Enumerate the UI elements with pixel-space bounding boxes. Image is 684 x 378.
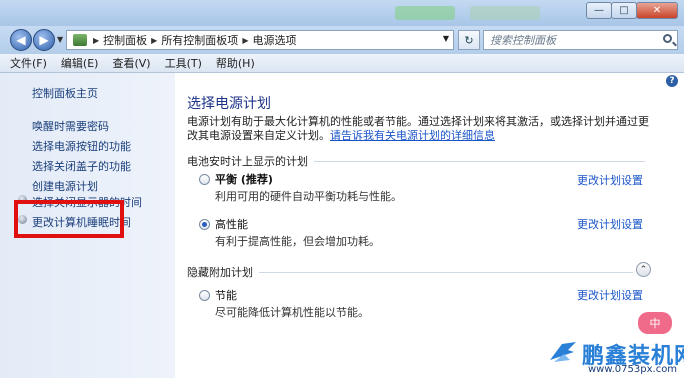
chevron-right-icon[interactable]: ▶ — [242, 36, 248, 45]
sidebar-item-wake-password[interactable]: 唤醒时需要密码 — [32, 118, 109, 134]
control-panel-icon — [73, 34, 87, 46]
power-plan-info-link[interactable]: 请告诉我有关电源计划的详细信息 — [330, 129, 495, 142]
plan-desc-power-saver: 尽可能降低计算机性能以节能。 — [215, 306, 369, 319]
menu-edit[interactable]: 编辑(E) — [61, 55, 99, 71]
plan-name-power-saver[interactable]: 节能 — [215, 287, 237, 303]
back-button[interactable]: ◀ — [10, 29, 32, 51]
change-plan-settings-high-performance[interactable]: 更改计划设置 — [577, 216, 643, 232]
breadcrumb-power-options[interactable]: 电源选项 — [252, 32, 296, 48]
section-title: 隐藏附加计划 — [187, 266, 253, 279]
maximize-button[interactable]: □ — [611, 2, 637, 19]
address-bar[interactable]: ▶ 控制面板 ▶ 所有控制面板项 ▶ 电源选项 ▼ — [66, 30, 454, 50]
section-hidden-plans[interactable]: 隐藏附加计划 — [187, 264, 633, 280]
menu-view[interactable]: 查看(V) — [112, 55, 150, 71]
page-title: 选择电源计划 — [187, 96, 271, 112]
recent-pages-dropdown[interactable]: ▼ — [57, 35, 63, 44]
plan-radio-power-saver[interactable] — [199, 290, 210, 301]
blurred-tab — [395, 6, 455, 20]
page-description: 电源计划有助于最大化计算机的性能或者节能。通过选择计划来将其激活，或选择计划并通… — [187, 115, 657, 143]
search-placeholder: 搜索控制面板 — [490, 34, 556, 47]
watermark-bird-logo-icon — [550, 342, 576, 362]
menu-tools[interactable]: 工具(T) — [165, 55, 202, 71]
search-input[interactable]: 搜索控制面板 — [483, 30, 678, 50]
address-toolbar: ◀ ▶ ▼ ▶ 控制面板 ▶ 所有控制面板项 ▶ 电源选项 ▼ ↻ 搜索控制面板 — [0, 26, 684, 54]
breadcrumb-all-items[interactable]: 所有控制面板项 — [161, 32, 238, 48]
plan-name-balanced[interactable]: 平衡 (推荐) — [215, 171, 273, 187]
forward-arrow-icon: ▶ — [39, 33, 49, 47]
plan-desc-high-performance: 有利于提高性能，但会增加功耗。 — [215, 235, 380, 248]
sidebar-item-power-buttons[interactable]: 选择电源按钮的功能 — [32, 138, 131, 154]
change-plan-settings-balanced[interactable]: 更改计划设置 — [577, 172, 643, 188]
window-controls: — □ ✕ — [586, 2, 678, 19]
watermark-bubble: 中 — [638, 312, 672, 334]
plan-radio-high-performance[interactable] — [199, 219, 210, 230]
plan-name-high-performance[interactable]: 高性能 — [215, 216, 248, 232]
breadcrumb-control-panel[interactable]: 控制面板 — [103, 32, 147, 48]
chevron-right-icon[interactable]: ▶ — [151, 36, 157, 45]
chevron-right-icon[interactable]: ▶ — [93, 36, 99, 45]
menu-help[interactable]: 帮助(H) — [216, 55, 255, 71]
refresh-button[interactable]: ↻ — [458, 30, 480, 50]
main-content: ? 选择电源计划 电源计划有助于最大化计算机的性能或者节能。通过选择计划来将其激… — [175, 73, 684, 378]
forward-button[interactable]: ▶ — [33, 29, 55, 51]
plan-desc-balanced: 利用可用的硬件自动平衡功耗与性能。 — [215, 190, 402, 203]
collapse-chevron-up-icon[interactable]: ⌃ — [636, 262, 651, 277]
back-arrow-icon: ◀ — [16, 33, 26, 47]
watermark-url: www.0753px.com — [588, 364, 678, 375]
title-bar: — □ ✕ — [0, 0, 684, 26]
plan-radio-balanced[interactable] — [199, 174, 210, 185]
blurred-tab — [470, 6, 540, 20]
sidebar-item-lid[interactable]: 选择关闭盖子的功能 — [32, 158, 131, 174]
menu-bar: 文件(F) 编辑(E) 查看(V) 工具(T) 帮助(H) — [0, 54, 684, 73]
refresh-icon: ↻ — [464, 33, 474, 47]
minimize-button[interactable]: — — [586, 2, 612, 19]
sidebar-item-create-plan[interactable]: 创建电源计划 — [32, 178, 98, 194]
section-battery-plans: 电池安时计上显示的计划 — [187, 153, 645, 169]
section-title: 电池安时计上显示的计划 — [187, 155, 308, 168]
help-icon[interactable]: ? — [666, 75, 678, 87]
change-plan-settings-power-saver[interactable]: 更改计划设置 — [577, 287, 643, 303]
highlight-box — [14, 200, 124, 238]
search-icon[interactable] — [663, 34, 672, 43]
close-button[interactable]: ✕ — [636, 2, 678, 19]
menu-file[interactable]: 文件(F) — [10, 55, 47, 71]
control-panel-home-link[interactable]: 控制面板主页 — [32, 85, 98, 101]
address-dropdown-icon[interactable]: ▼ — [443, 34, 449, 43]
